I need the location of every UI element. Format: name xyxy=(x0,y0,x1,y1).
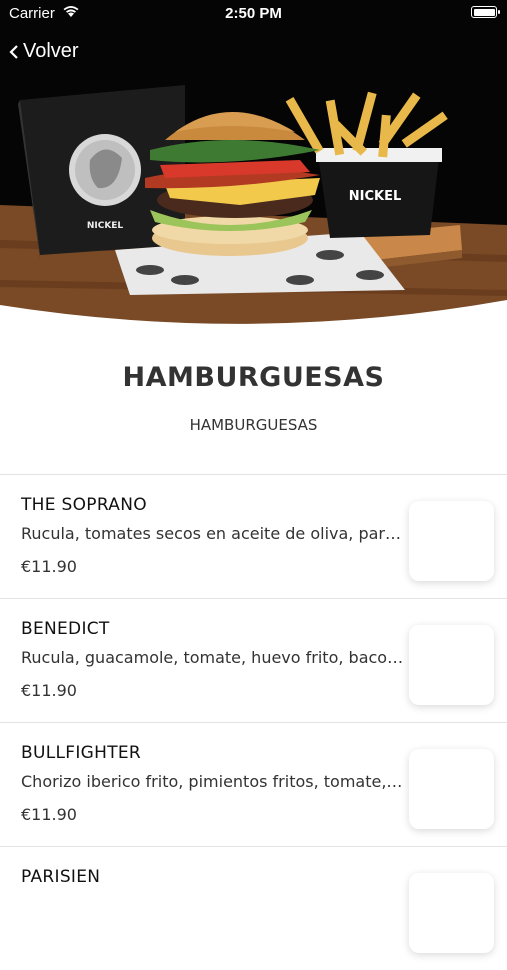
menu-item[interactable]: BENEDICT Rucula, guacamole, tomate, huev… xyxy=(0,598,507,722)
status-bar: Carrier 2:50 PM xyxy=(0,0,507,30)
back-label: Volver xyxy=(23,40,79,62)
item-name: PARISIEN xyxy=(21,867,101,887)
item-thumbnail[interactable] xyxy=(409,873,494,953)
menu-item[interactable]: THE SOPRANO Rucula, tomates secos en ace… xyxy=(0,474,507,598)
item-thumbnail[interactable] xyxy=(409,749,494,829)
chevron-left-icon xyxy=(9,44,18,59)
page-title: HAMBURGUESAS xyxy=(122,362,385,393)
item-name: BENEDICT xyxy=(21,619,110,639)
menu-list: THE SOPRANO Rucula, tomates secos en ace… xyxy=(0,474,507,970)
item-thumbnail[interactable] xyxy=(409,501,494,581)
item-price: €11.90 xyxy=(21,681,77,700)
clock: 2:50 PM xyxy=(225,5,282,22)
item-price: €11.90 xyxy=(21,557,77,576)
menu-item[interactable]: PARISIEN xyxy=(0,846,507,970)
item-thumbnail[interactable] xyxy=(409,625,494,705)
bucket-logo-text: NICKEL xyxy=(349,189,402,204)
page-subtitle: HAMBURGUESAS xyxy=(189,416,318,434)
item-description: Rucula, guacamole, tomate, huevo frito, … xyxy=(21,648,406,667)
item-price: €11.90 xyxy=(21,805,77,824)
item-name: BULLFIGHTER xyxy=(21,743,142,763)
box-logo-text: NICKEL xyxy=(87,221,124,231)
item-description: Chorizo iberico frito, pimientos fritos,… xyxy=(21,772,406,791)
back-button[interactable]: Volver xyxy=(8,40,79,63)
menu-item[interactable]: BULLFIGHTER Chorizo iberico frito, pimie… xyxy=(0,722,507,846)
item-description: Rucula, tomates secos en aceite de oliva… xyxy=(21,524,401,543)
item-name: THE SOPRANO xyxy=(21,495,147,515)
battery-icon xyxy=(471,6,500,18)
